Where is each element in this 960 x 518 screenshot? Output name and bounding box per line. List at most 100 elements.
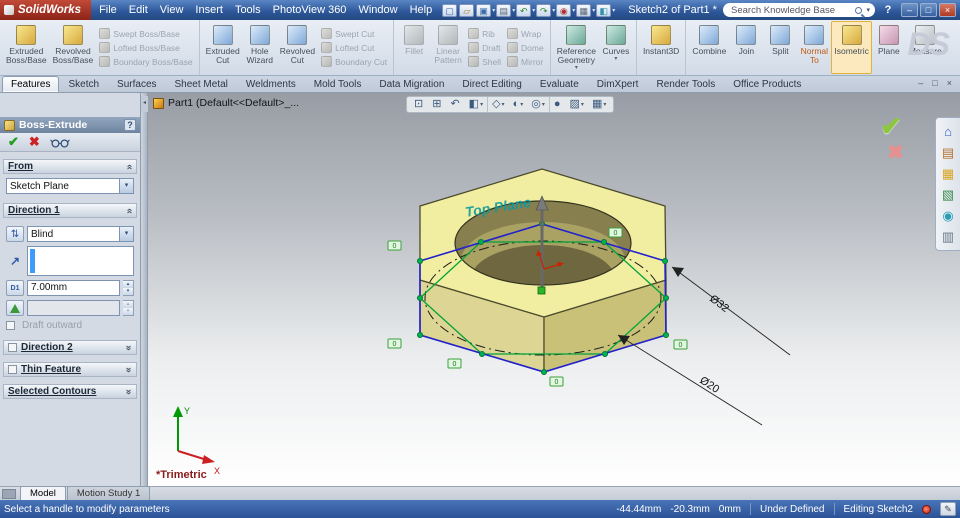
dropdown-arrow-icon[interactable]: ▾ [581,101,584,108]
direction1-section[interactable]: Direction 1 « [3,203,137,218]
thin-feature-section[interactable]: Thin Feature « [3,362,137,377]
panel-splitter[interactable]: ◂ [141,93,148,486]
tab-data-migration[interactable]: Data Migration [370,76,453,92]
open-button[interactable]: ▱ [459,3,475,17]
combine-button[interactable]: Combine [689,21,729,74]
reference-geometry-button[interactable]: Reference Geometry ▾ [554,21,599,74]
lofted-boss-base-button[interactable]: Lofted Boss/Base [99,42,192,53]
tab-sketch[interactable]: Sketch [59,76,108,92]
collapse-panel-button[interactable]: ◂ [141,96,148,112]
shell-button[interactable]: Shell [468,56,501,67]
thin-feature-checkbox[interactable] [8,365,17,374]
mirror-button[interactable]: Mirror [507,56,544,67]
save-button[interactable]: ▣ ▾ [476,3,495,17]
swept-cut-button[interactable]: Swept Cut [321,28,387,39]
tab-sheet-metal[interactable]: Sheet Metal [166,76,237,92]
dropdown-arrow-icon[interactable]: ▾ [119,227,133,241]
quick-tips-icon[interactable]: ✎ [940,502,956,516]
tab-mold-tools[interactable]: Mold Tools [305,76,371,92]
dropdown-arrow-icon[interactable]: ▾ [119,179,133,193]
tab-direct-editing[interactable]: Direct Editing [453,76,530,92]
section-view-button[interactable]: ◧ ▾ [465,97,487,112]
tab-surfaces[interactable]: Surfaces [108,76,165,92]
depth-input[interactable]: 7.00mm [27,280,120,296]
revolved-cut-button[interactable]: Revolved Cut [277,21,318,74]
pm-cancel-button[interactable]: ✖ [29,134,40,150]
previous-view-button[interactable]: ↶ [446,97,464,112]
hole-wizard-button[interactable]: Hole Wizard [243,21,277,74]
dimension-diameter-20[interactable]: Ø20 [617,334,763,426]
restore-button[interactable]: □ [920,3,937,17]
direction2-checkbox[interactable] [8,343,17,352]
extruded-boss-base-button[interactable]: Extruded Boss/Base [3,21,50,74]
reverse-direction-button[interactable]: ⇅ [6,226,24,242]
graphics-viewport[interactable]: 0 0 0 0 0 0 Ø32 Ø20 Top Plane Y X Part1 … [148,93,960,486]
menu-item[interactable]: File [93,0,123,20]
menu-item[interactable]: Edit [123,0,154,20]
pm-help-button[interactable]: ? [124,119,136,131]
fillet-button[interactable]: Fillet [397,21,431,74]
boundary-cut-button[interactable]: Boundary Cut [321,56,387,67]
feature-tree-label[interactable]: Part1 (Default<<Default>_... [168,97,299,109]
lofted-cut-button[interactable]: Lofted Cut [321,42,387,53]
dropdown-arrow-icon[interactable]: ▾ [572,7,575,14]
menu-item[interactable]: Help [404,0,439,20]
from-section[interactable]: From « [3,159,137,174]
collapse-icon[interactable]: « [124,208,135,214]
close-button[interactable]: × [939,3,956,17]
dropdown-arrow-icon[interactable]: ▾ [592,7,595,14]
revolved-boss-base-button[interactable]: Revolved Boss/Base [50,21,97,74]
instant3d-button[interactable]: Instant3D [640,21,682,74]
rib-button[interactable]: Rib [468,28,501,39]
plane-button[interactable]: Plane [872,21,906,74]
edit-color-button[interactable]: ◧ ▾ [596,3,615,17]
menu-item[interactable]: Insert [189,0,229,20]
minimize-button[interactable]: – [901,3,918,17]
direction2-section[interactable]: Direction 2 « [3,340,137,355]
zoom-fit-button[interactable]: ⊡ [410,97,428,112]
depth-spinner[interactable]: ▴ ▾ [123,280,134,296]
end-condition-select[interactable]: Blind ▾ [27,226,134,242]
search-box[interactable]: Search Knowledge Base ▾ [723,3,875,17]
menu-item[interactable]: PhotoView 360 [267,0,353,20]
design-library-tab[interactable]: ▤ [936,142,960,163]
dome-button[interactable]: Dome [507,42,544,53]
from-plane-select[interactable]: Sketch Plane ▾ [6,178,134,194]
dimension-diameter-32[interactable]: Ø32 [671,266,791,356]
tab-dimxpert[interactable]: DimXpert [588,76,648,92]
tab-office-products[interactable]: Office Products [724,76,810,92]
tab-weldments[interactable]: Weldments [237,76,305,92]
help-button[interactable]: ? [882,4,894,16]
print-button[interactable]: ▤ ▾ [496,3,515,17]
display-style-button[interactable]: ◐ ▾ [509,97,528,112]
collapse-icon[interactable]: « [124,164,135,170]
redo-button[interactable]: ↷ ▾ [536,3,555,17]
dropdown-arrow-icon[interactable]: ▾ [603,101,606,108]
dropdown-arrow-icon[interactable]: ▾ [502,101,505,108]
dropdown-arrow-icon[interactable]: ▾ [492,7,495,14]
rebuild-button[interactable]: ◉ ▾ [556,3,575,17]
dropdown-arrow-icon[interactable]: ▾ [542,101,545,108]
search-dropdown-icon[interactable]: ▾ [866,6,870,14]
doc-restore-button[interactable]: □ [932,78,937,88]
view-settings-button[interactable]: ▦ ▾ [588,97,610,112]
expand-icon[interactable]: « [123,345,134,351]
draft-outward-checkbox[interactable] [6,321,15,330]
dropdown-arrow-icon[interactable]: ▾ [520,101,523,108]
draft-button[interactable] [6,300,24,316]
hide-show-items-button[interactable]: ◎ ▾ [527,97,549,112]
cancel-sketch-button[interactable]: ✖ [887,140,904,165]
dropdown-arrow-icon[interactable]: ▾ [480,101,483,108]
dropdown-arrow-icon[interactable]: ▾ [612,7,615,14]
file-explorer-tab[interactable]: ▦ [936,163,960,184]
doc-minimize-button[interactable]: – [918,78,923,88]
options-button[interactable]: ▦ ▾ [576,3,595,17]
zoom-area-button[interactable]: ⊞ [428,97,446,112]
doc-close-button[interactable]: × [947,78,952,88]
dropdown-arrow-icon[interactable]: ▾ [512,7,515,14]
direction-reference-box[interactable] [27,246,134,276]
custom-properties-tab[interactable]: ▥ [936,226,960,247]
extruded-cut-button[interactable]: Extruded Cut [203,21,243,74]
curves-button[interactable]: Curves ▾ [599,21,633,74]
tab-evaluate[interactable]: Evaluate [531,76,588,92]
